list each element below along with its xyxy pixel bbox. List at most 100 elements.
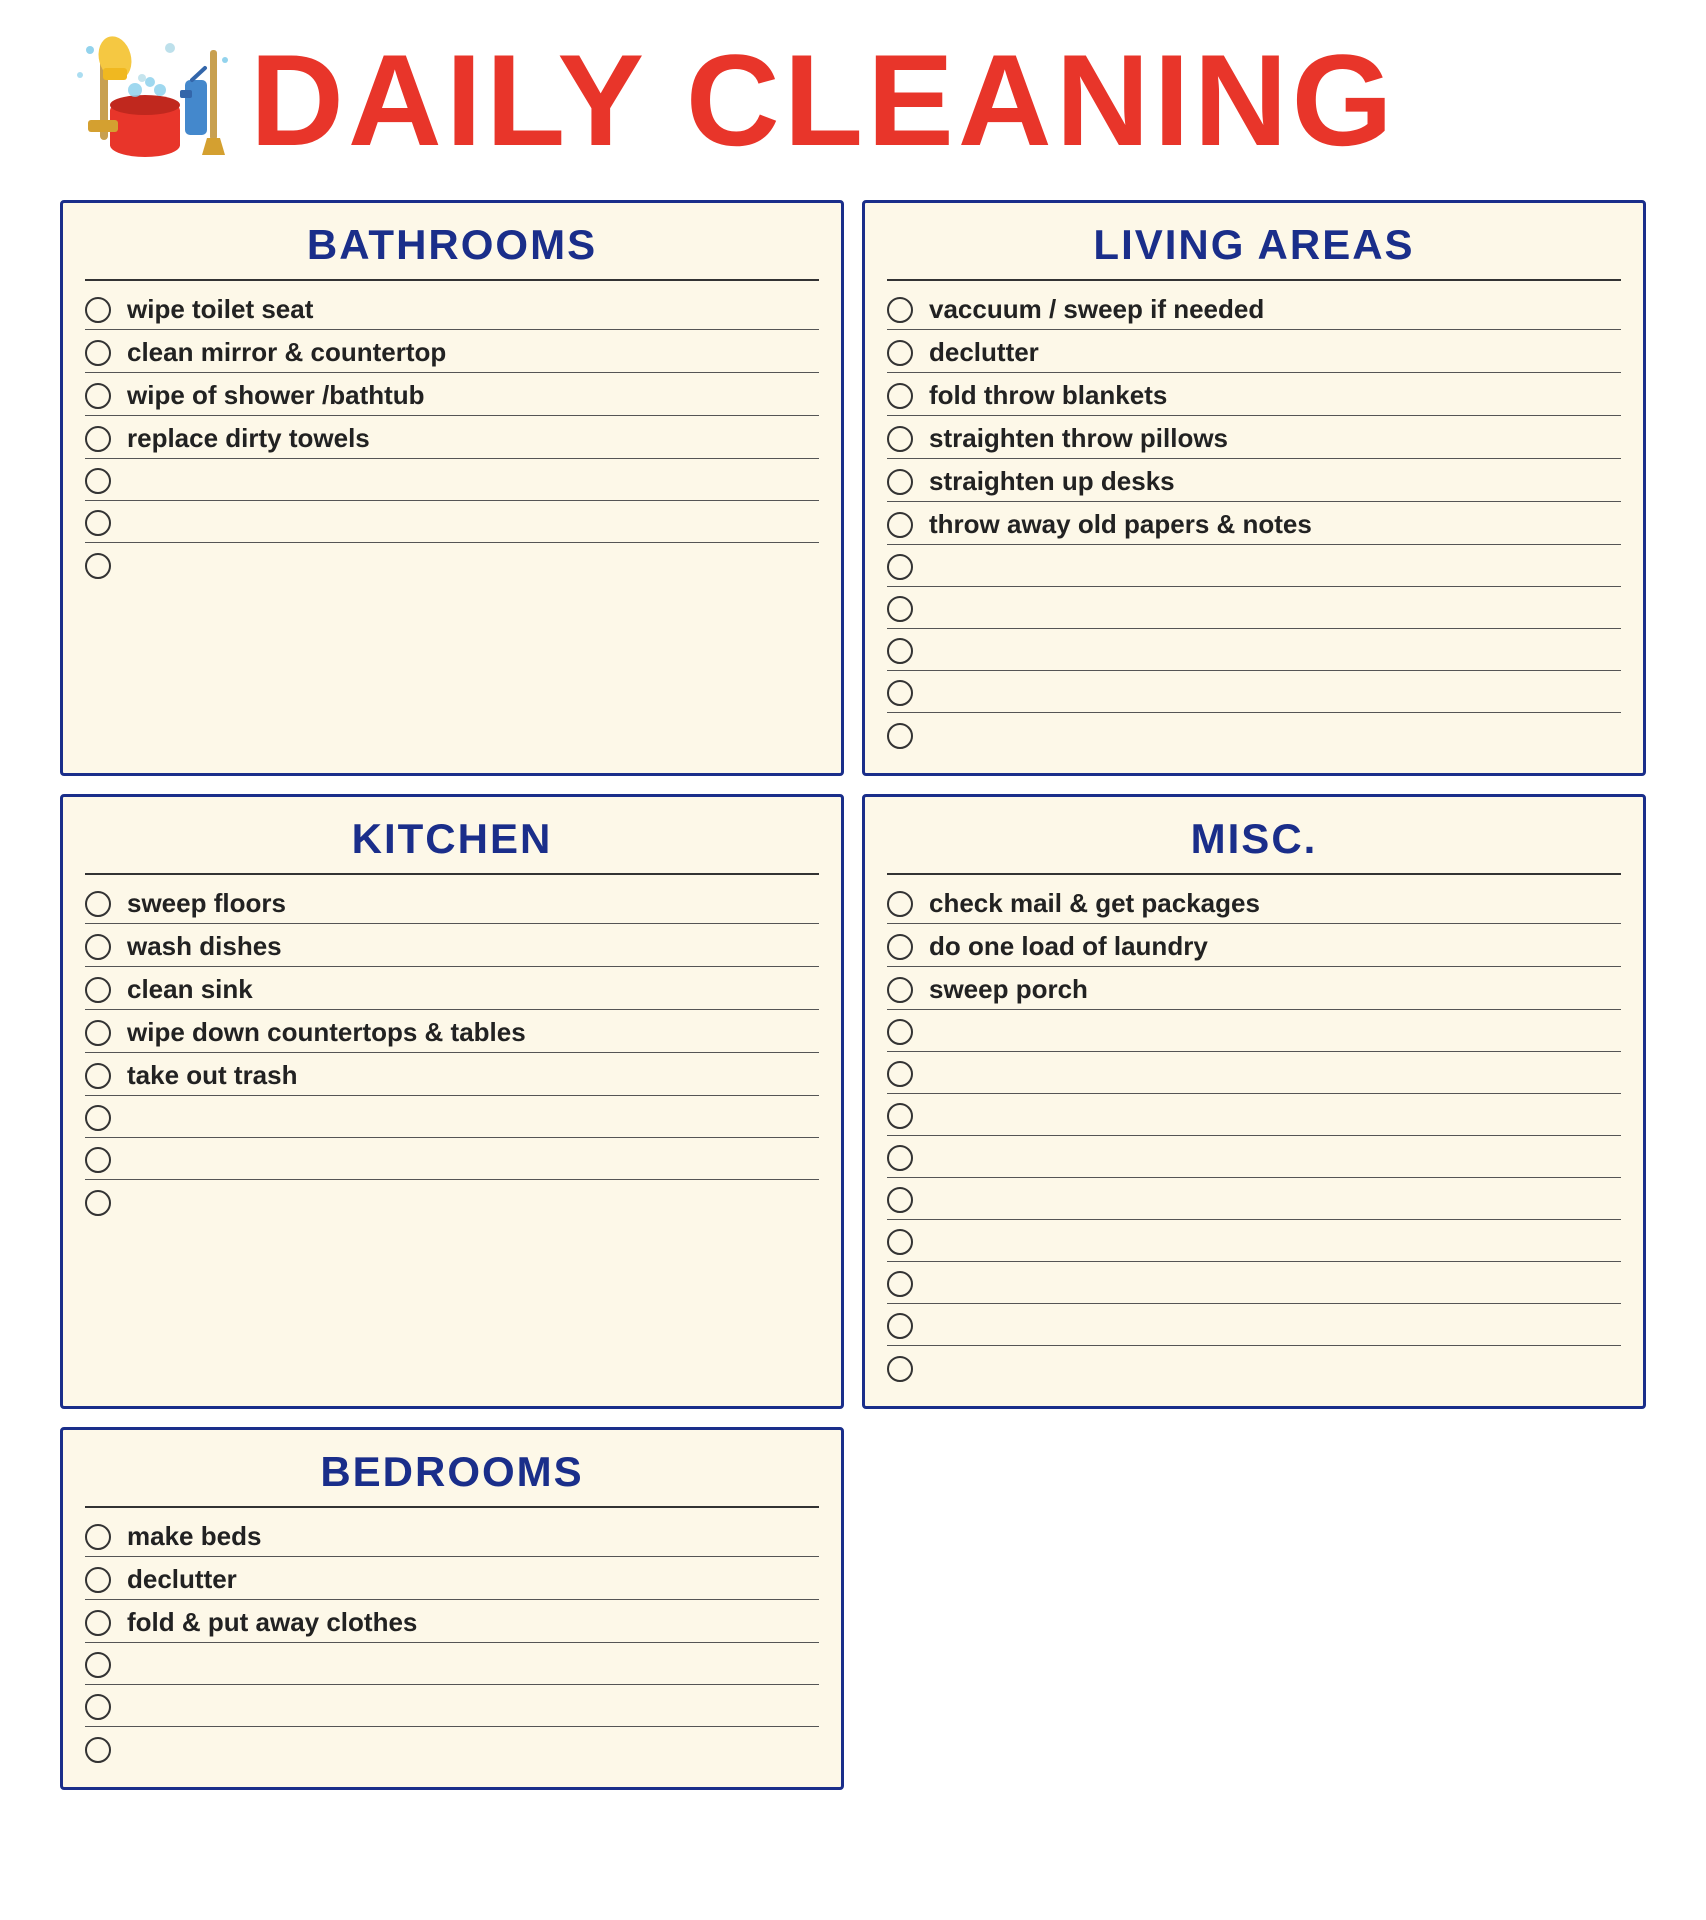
checkbox-circle[interactable] (887, 723, 913, 749)
list-item: take out trash (85, 1053, 819, 1096)
list-item: clean mirror & countertop (85, 330, 819, 373)
list-item-empty (887, 1052, 1621, 1094)
checkbox-circle[interactable] (85, 1610, 111, 1636)
checkbox-circle[interactable] (887, 596, 913, 622)
list-item: straighten throw pillows (887, 416, 1621, 459)
checkbox-circle[interactable] (85, 1524, 111, 1550)
checkbox-circle[interactable] (887, 891, 913, 917)
list-item: fold throw blankets (887, 373, 1621, 416)
checkbox-circle[interactable] (887, 1229, 913, 1255)
list-item-empty (887, 1094, 1621, 1136)
item-label: clean sink (127, 974, 253, 1005)
bedrooms-section: BEDROOMS make beds declutter fold & put … (60, 1427, 844, 1790)
checkbox-circle[interactable] (85, 934, 111, 960)
list-item-empty (85, 459, 819, 501)
checkbox-circle[interactable] (85, 891, 111, 917)
checkbox-circle[interactable] (85, 1652, 111, 1678)
checkbox-circle[interactable] (887, 680, 913, 706)
list-item: declutter (887, 330, 1621, 373)
item-label: wipe toilet seat (127, 294, 313, 325)
item-label: declutter (929, 337, 1039, 368)
checkbox-circle[interactable] (887, 638, 913, 664)
checkbox-circle[interactable] (887, 512, 913, 538)
checkbox-circle[interactable] (887, 934, 913, 960)
item-label: wash dishes (127, 931, 282, 962)
list-item-empty (887, 1010, 1621, 1052)
item-label: vaccuum / sweep if needed (929, 294, 1264, 325)
checkbox-circle[interactable] (887, 1313, 913, 1339)
checkbox-circle[interactable] (85, 1105, 111, 1131)
bathrooms-title: BATHROOMS (85, 221, 819, 269)
checkbox-circle[interactable] (887, 469, 913, 495)
checkbox-circle[interactable] (85, 510, 111, 536)
list-item: sweep porch (887, 967, 1621, 1010)
item-label: replace dirty towels (127, 423, 370, 454)
list-item: throw away old papers & notes (887, 502, 1621, 545)
misc-section: MISC. check mail & get packages do one l… (862, 794, 1646, 1409)
list-item-empty (85, 1180, 819, 1222)
checkbox-circle[interactable] (887, 1187, 913, 1213)
list-item-empty (85, 1685, 819, 1727)
list-item-empty (887, 1346, 1621, 1388)
checkbox-circle[interactable] (887, 1356, 913, 1382)
checkbox-circle[interactable] (887, 383, 913, 409)
checkbox-circle[interactable] (85, 1190, 111, 1216)
list-item-empty (85, 1138, 819, 1180)
bathrooms-section: BATHROOMS wipe toilet seat clean mirror … (60, 200, 844, 776)
checkbox-circle[interactable] (887, 1103, 913, 1129)
checkbox-circle[interactable] (887, 426, 913, 452)
item-label: declutter (127, 1564, 237, 1595)
bathrooms-list: wipe toilet seat clean mirror & countert… (85, 287, 819, 585)
checkbox-circle[interactable] (85, 977, 111, 1003)
checkbox-circle[interactable] (85, 340, 111, 366)
checkbox-circle[interactable] (85, 553, 111, 579)
checkbox-circle[interactable] (887, 554, 913, 580)
item-label: sweep floors (127, 888, 286, 919)
list-item: wash dishes (85, 924, 819, 967)
checkbox-circle[interactable] (887, 340, 913, 366)
list-item-empty (85, 1096, 819, 1138)
list-item: wipe of shower /bathtub (85, 373, 819, 416)
checkbox-circle[interactable] (85, 426, 111, 452)
item-label: take out trash (127, 1060, 298, 1091)
checkbox-circle[interactable] (85, 1063, 111, 1089)
list-item-empty (85, 543, 819, 585)
checkbox-circle[interactable] (85, 1020, 111, 1046)
checkbox-circle[interactable] (85, 297, 111, 323)
list-item-empty (887, 1220, 1621, 1262)
checkbox-circle[interactable] (85, 1567, 111, 1593)
checkbox-circle[interactable] (887, 1061, 913, 1087)
list-item-empty (887, 545, 1621, 587)
list-item: clean sink (85, 967, 819, 1010)
item-label: straighten up desks (929, 466, 1175, 497)
list-item-empty (887, 671, 1621, 713)
list-item: make beds (85, 1514, 819, 1557)
item-label: throw away old papers & notes (929, 509, 1312, 540)
item-label: straighten throw pillows (929, 423, 1228, 454)
cleaning-icon (70, 30, 230, 170)
item-label: clean mirror & countertop (127, 337, 446, 368)
item-label: fold throw blankets (929, 380, 1167, 411)
checkbox-circle[interactable] (887, 1019, 913, 1045)
list-item: wipe down countertops & tables (85, 1010, 819, 1053)
list-item-empty (887, 1178, 1621, 1220)
misc-list: check mail & get packages do one load of… (887, 881, 1621, 1388)
checkbox-circle[interactable] (887, 977, 913, 1003)
item-label: do one load of laundry (929, 931, 1208, 962)
checkbox-circle[interactable] (887, 1145, 913, 1171)
checkbox-circle[interactable] (85, 1147, 111, 1173)
list-item: do one load of laundry (887, 924, 1621, 967)
checkbox-circle[interactable] (85, 383, 111, 409)
list-item-empty (85, 1727, 819, 1769)
list-item-empty (887, 1304, 1621, 1346)
checkbox-circle[interactable] (85, 1737, 111, 1763)
list-item: wipe toilet seat (85, 287, 819, 330)
checkbox-circle[interactable] (85, 468, 111, 494)
checkbox-circle[interactable] (85, 1694, 111, 1720)
checkbox-circle[interactable] (887, 297, 913, 323)
living-areas-section: LIVING AREAS vaccuum / sweep if needed d… (862, 200, 1646, 776)
list-item-empty (887, 629, 1621, 671)
living-areas-title: LIVING AREAS (887, 221, 1621, 269)
checkbox-circle[interactable] (887, 1271, 913, 1297)
header: DAILY CLEANING (60, 30, 1646, 170)
